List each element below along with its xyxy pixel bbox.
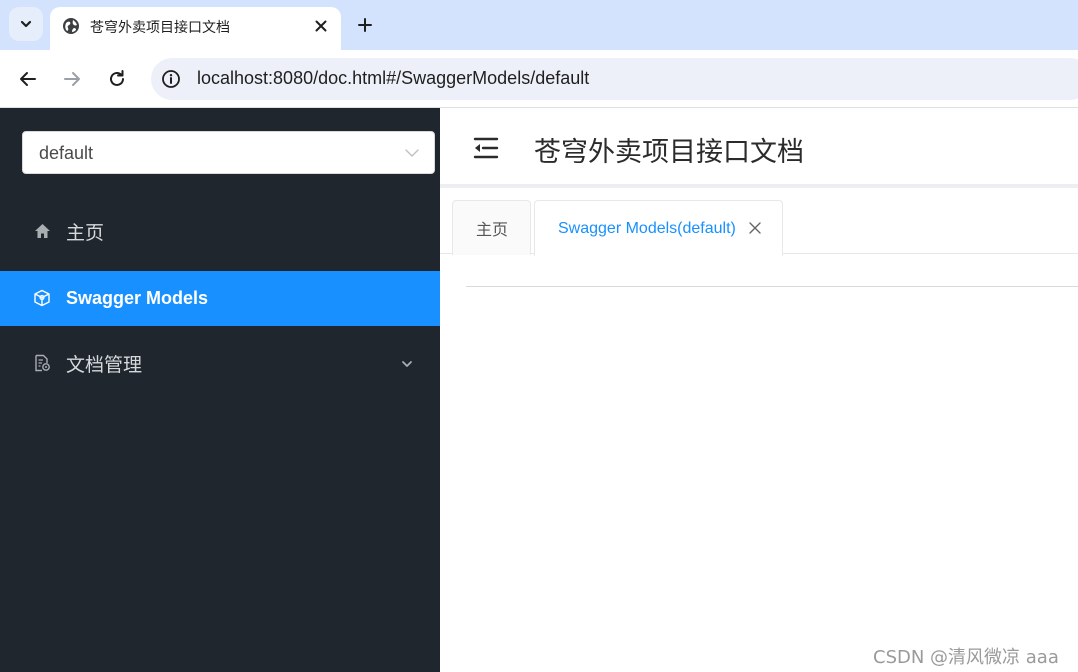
cube-icon <box>33 289 51 307</box>
home-icon <box>33 222 51 240</box>
plus-icon <box>358 18 372 32</box>
tab-label: 主页 <box>476 220 509 239</box>
doc-settings-icon <box>33 354 51 372</box>
arrow-right-icon <box>64 72 80 86</box>
site-info-icon[interactable] <box>161 69 181 89</box>
page-title: 苍穹外卖项目接口文档 <box>534 137 804 168</box>
tab-home[interactable]: 主页 <box>452 200 531 255</box>
tab-label: Swagger Models(default) <box>558 219 736 237</box>
url-text[interactable]: localhost:8080/doc.html#/SwaggerModels/d… <box>197 68 589 89</box>
watermark: CSDN @清风微凉 aaa <box>873 647 1059 668</box>
content-divider <box>466 286 1078 287</box>
arrow-left-icon <box>20 72 36 86</box>
new-tab-button[interactable] <box>352 12 378 38</box>
address-bar[interactable]: localhost:8080/doc.html#/SwaggerModels/d… <box>151 58 1078 100</box>
chevron-down-icon <box>405 149 419 157</box>
sidebar: default 主页 Swagger Models 文档管理 <box>0 108 440 672</box>
close-icon[interactable] <box>748 221 762 235</box>
browser-toolbar: localhost:8080/doc.html#/SwaggerModels/d… <box>0 50 1078 108</box>
sidebar-item-doc-management[interactable]: 文档管理 <box>0 336 440 391</box>
back-button[interactable] <box>15 66 41 92</box>
sidebar-item-swagger-models[interactable]: Swagger Models <box>0 271 440 326</box>
page-tabs-bar: 主页 Swagger Models(default) <box>440 192 1078 256</box>
close-tab-button[interactable] <box>312 17 330 35</box>
forward-button[interactable] <box>59 66 85 92</box>
tab-list-button[interactable] <box>9 7 43 41</box>
globe-icon <box>63 18 79 34</box>
browser-tab[interactable]: 苍穹外卖项目接口文档 <box>50 7 341 50</box>
browser-tab-title: 苍穹外卖项目接口文档 <box>90 20 230 36</box>
menu-fold-icon[interactable] <box>472 135 500 161</box>
sidebar-item-label: Swagger Models <box>66 288 209 308</box>
reload-icon <box>110 70 124 86</box>
main-header: 苍穹外卖项目接口文档 <box>440 108 1078 188</box>
sidebar-item-home[interactable]: 主页 <box>0 204 440 259</box>
close-icon <box>315 20 327 32</box>
group-select-value: default <box>39 143 94 163</box>
chevron-down-icon <box>402 361 412 367</box>
sidebar-item-label: 主页 <box>66 222 105 244</box>
reload-button[interactable] <box>104 66 130 92</box>
chevron-down-icon <box>20 20 32 28</box>
browser-tabstrip: 苍穹外卖项目接口文档 <box>0 0 1078 50</box>
tab-swagger-models-default[interactable]: Swagger Models(default) <box>534 200 783 256</box>
sidebar-item-label: 文档管理 <box>66 354 143 376</box>
main-panel: 苍穹外卖项目接口文档 主页 Swagger Models(default) <box>440 108 1078 672</box>
group-select[interactable]: default <box>22 131 435 174</box>
